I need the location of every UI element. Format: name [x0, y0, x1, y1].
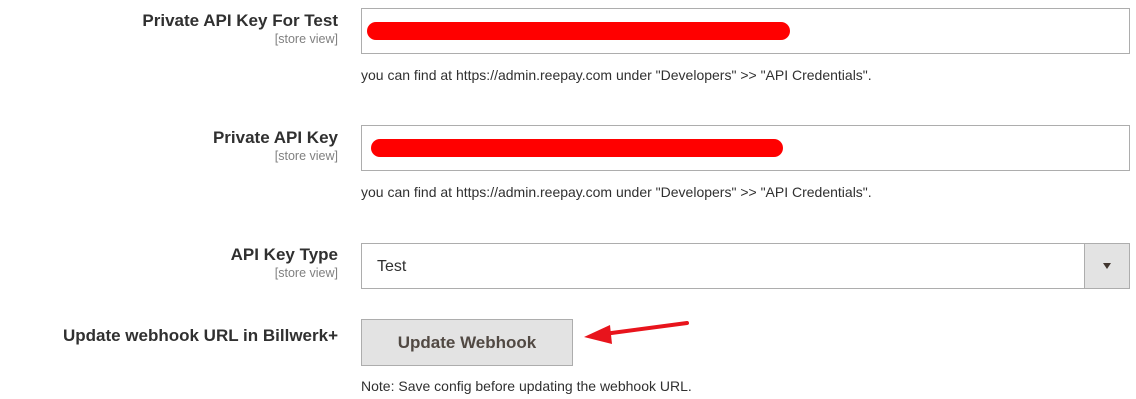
update-webhook-button[interactable]: Update Webhook [361, 319, 573, 366]
api-key-type-selected-value: Test [377, 258, 407, 275]
select-toggle[interactable] [1084, 244, 1129, 288]
annotation-arrow-shaft [602, 321, 689, 336]
private-key-label: Private API Key [212, 128, 338, 147]
api-key-type-row: API Key Type [store view] Test [0, 243, 1136, 293]
private-key-hint: you can find at https://admin.reepay.com… [361, 184, 872, 200]
webhook-label: Update webhook URL in Billwerk+ [62, 326, 338, 345]
private-key-input[interactable] [361, 125, 1130, 171]
private-key-test-hint: you can find at https://admin.reepay.com… [361, 67, 872, 83]
api-key-type-scope: [store view] [274, 266, 338, 280]
private-key-label-group: Private API Key [store view] [0, 128, 338, 164]
private-key-test-row: Private API Key For Test [store view] yo… [0, 0, 1136, 100]
api-key-type-label: API Key Type [230, 245, 338, 264]
annotation-arrow-head [584, 325, 612, 344]
webhook-label-group: Update webhook URL in Billwerk+ [0, 326, 338, 346]
private-key-row: Private API Key [store view] you can fin… [0, 120, 1136, 220]
private-key-test-scope: [store view] [274, 32, 338, 46]
private-key-test-input[interactable] [361, 8, 1130, 54]
webhook-note: Note: Save config before updating the we… [361, 378, 692, 394]
api-key-type-label-group: API Key Type [store view] [0, 245, 338, 281]
private-key-test-label-group: Private API Key For Test [store view] [0, 11, 338, 47]
webhook-row: Update webhook URL in Billwerk+ Update W… [0, 319, 1136, 399]
chevron-down-icon [1103, 263, 1111, 269]
annotation-arrow-icon [584, 321, 689, 344]
redaction-mark [367, 22, 790, 40]
private-key-test-label: Private API Key For Test [142, 11, 338, 30]
private-key-scope: [store view] [274, 149, 338, 163]
redaction-mark [371, 139, 783, 157]
api-key-type-select[interactable]: Test [361, 243, 1130, 289]
